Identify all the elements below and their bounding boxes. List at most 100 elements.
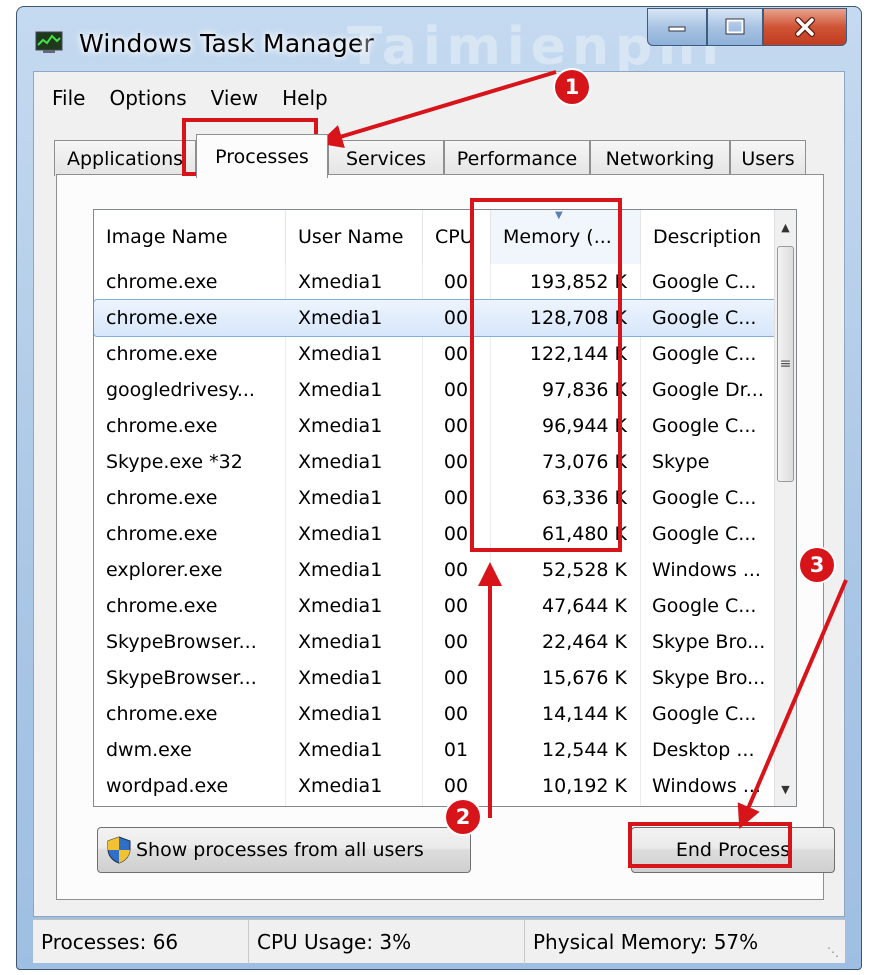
status-physical-memory: Physical Memory: 57% [533, 930, 759, 954]
cell-image-name: chrome.exe [106, 703, 218, 725]
table-row[interactable]: chrome.exe Xmedia1 00 61,480 K Google C... [94, 516, 778, 552]
cell-user-name: Xmedia1 [298, 415, 383, 437]
list-header: Image Name User Name CPU ▼ Memory (... D… [94, 210, 778, 264]
tab-applications[interactable]: Applications [54, 140, 196, 176]
maximize-icon [725, 18, 745, 35]
tab-users[interactable]: Users [730, 140, 806, 176]
menu-help[interactable]: Help [270, 82, 340, 118]
cell-memory: 14,144 K [542, 703, 627, 725]
scroll-down-icon: ▼ [781, 782, 790, 796]
table-row[interactable]: SkypeBrowser... Xmedia1 00 22,464 K Skype Br… [94, 624, 778, 660]
cell-user-name: Xmedia1 [298, 775, 383, 797]
menu-view[interactable]: View [199, 82, 270, 118]
cell-description: Google C... [652, 487, 757, 509]
cell-user-name: Xmedia1 [298, 631, 383, 653]
list-rows: chrome.exe Xmedia1 00 193,852 K Google C... c… [94, 264, 779, 804]
cell-image-name: chrome.exe [106, 271, 218, 293]
cell-image-name: SkypeBrowser... [106, 667, 257, 689]
status-bar: Processes: 66 CPU Usage: 3% Physical Mem… [33, 919, 845, 964]
table-row[interactable]: chrome.exe Xmedia1 00 193,852 K Google C... [94, 264, 778, 300]
show-all-users-button[interactable]: Show processes from all users [97, 827, 471, 873]
minimize-button[interactable] [647, 8, 707, 46]
menu-options[interactable]: Options [97, 82, 198, 118]
maximize-button[interactable] [707, 8, 763, 46]
close-button[interactable] [763, 8, 847, 46]
table-row[interactable]: chrome.exe Xmedia1 00 122,144 K Google C... [94, 336, 778, 372]
cell-user-name: Xmedia1 [298, 307, 383, 329]
table-row[interactable]: Skype.exe *32 Xmedia1 00 73,076 K Skype [94, 444, 778, 480]
cell-image-name: chrome.exe [106, 487, 218, 509]
scroll-thumb[interactable]: ≡ [777, 246, 794, 482]
column-header-label: User Name [298, 226, 404, 248]
highlight-memory-column [470, 198, 622, 552]
close-icon [795, 17, 815, 37]
cell-user-name: Xmedia1 [298, 343, 383, 365]
scroll-up-button[interactable]: ▲ [775, 210, 796, 244]
process-list[interactable]: Image Name User Name CPU ▼ Memory (... D… [93, 209, 797, 807]
cell-description: Google Dr... [652, 379, 764, 401]
table-row[interactable]: chrome.exe Xmedia1 00 96,944 K Google C... [94, 408, 778, 444]
vertical-scrollbar[interactable]: ▲ ≡ ▼ [774, 210, 796, 806]
table-row[interactable]: chrome.exe Xmedia1 00 63,336 K Google C... [94, 480, 778, 516]
title-bar[interactable]: Windows Task Manager Taimienphi [17, 7, 861, 77]
resize-grip-icon[interactable]: ⋱ [827, 945, 839, 959]
cell-image-name: chrome.exe [106, 343, 218, 365]
cell-memory: 47,644 K [542, 595, 627, 617]
cell-image-name: chrome.exe [106, 523, 218, 545]
table-row[interactable]: SkypeBrowser... Xmedia1 00 15,676 K Skype Br… [94, 660, 778, 696]
cell-cpu: 00 [443, 595, 469, 617]
column-header-description[interactable]: Description [641, 210, 778, 264]
column-header-label: Description [653, 226, 762, 248]
cell-image-name: SkypeBrowser... [106, 631, 257, 653]
cell-description: Skype Bro... [652, 667, 766, 689]
cell-description: Google C... [652, 703, 757, 725]
cell-image-name: wordpad.exe [106, 775, 229, 797]
cell-description: Google C... [652, 415, 757, 437]
processes-panel: Image Name User Name CPU ▼ Memory (... D… [56, 174, 835, 900]
tab-networking[interactable]: Networking [590, 140, 730, 176]
column-header-label: CPU [435, 226, 474, 248]
table-row[interactable]: googledrivesy... Xmedia1 00 97,836 K Google … [94, 372, 778, 408]
column-header-image-name[interactable]: Image Name [94, 210, 286, 264]
cell-description: Windows ... [652, 775, 761, 797]
cell-image-name: chrome.exe [106, 595, 218, 617]
cell-image-name: chrome.exe [106, 415, 218, 437]
scroll-up-icon: ▲ [781, 220, 790, 234]
scroll-down-button[interactable]: ▼ [775, 772, 796, 806]
table-row[interactable]: chrome.exe Xmedia1 00 47,644 K Google C... [94, 588, 778, 624]
cell-description: Google C... [652, 343, 757, 365]
table-row[interactable]: chrome.exe Xmedia1 00 14,144 K Google C... [94, 696, 778, 732]
task-manager-icon [35, 31, 63, 53]
cell-image-name: explorer.exe [106, 559, 223, 581]
cell-image-name: dwm.exe [106, 739, 192, 761]
cell-memory: 10,192 K [542, 775, 627, 797]
highlight-end-process [628, 822, 792, 868]
table-row[interactable]: dwm.exe Xmedia1 01 12,544 K Desktop ... [94, 732, 778, 768]
tab-services[interactable]: Services [328, 140, 444, 176]
tab-processes[interactable]: Processes [196, 134, 328, 178]
grip-icon: ≡ [779, 356, 792, 372]
step-badge-2: 2 [446, 800, 480, 834]
cell-memory: 15,676 K [542, 667, 627, 689]
table-row[interactable]: wordpad.exe Xmedia1 00 10,192 K Windows ... [94, 768, 778, 804]
cell-user-name: Xmedia1 [298, 487, 383, 509]
status-processes: Processes: 66 [33, 920, 249, 964]
uac-shield-icon [107, 836, 131, 864]
menu-file[interactable]: File [40, 82, 97, 118]
step-badge-1: 1 [555, 70, 589, 104]
cell-user-name: Xmedia1 [298, 379, 383, 401]
status-cpu-usage: CPU Usage: 3% [249, 920, 525, 964]
cell-image-name: Skype.exe *32 [106, 451, 243, 473]
cell-user-name: Xmedia1 [298, 523, 383, 545]
table-row[interactable]: chrome.exe Xmedia1 00 128,708 K Google C... [94, 299, 779, 337]
cell-memory: 12,544 K [542, 739, 627, 761]
cell-user-name: Xmedia1 [298, 451, 383, 473]
tab-performance[interactable]: Performance [444, 140, 590, 176]
table-row[interactable]: explorer.exe Xmedia1 00 52,528 K Windows ... [94, 552, 778, 588]
cell-cpu: 00 [443, 703, 469, 725]
show-all-users-label: Show processes from all users [136, 839, 424, 861]
cell-user-name: Xmedia1 [298, 271, 383, 293]
cell-description: Google C... [652, 595, 757, 617]
cell-cpu: 00 [443, 667, 469, 689]
column-header-user-name[interactable]: User Name [286, 210, 423, 264]
